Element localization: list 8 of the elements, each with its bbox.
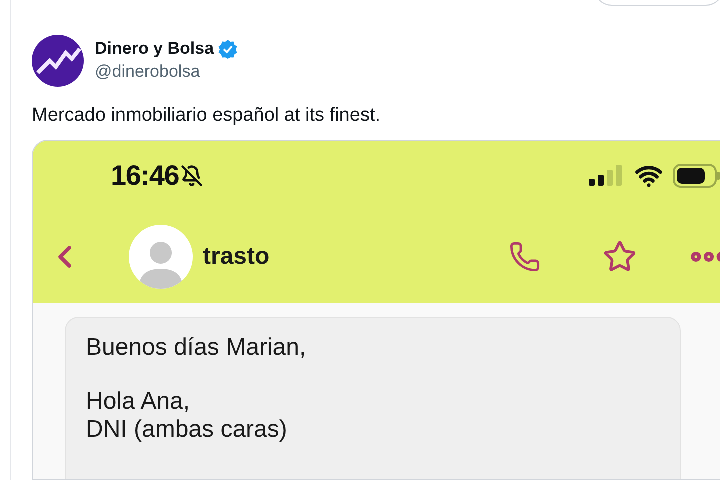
tweet-text: Mercado inmobiliario español at its finest. bbox=[32, 104, 382, 128]
contact-name: trasto bbox=[203, 242, 270, 272]
message-line: Hola Ana, bbox=[86, 388, 192, 416]
status-time: 16:46 bbox=[111, 159, 180, 193]
author-handle[interactable]: @dinerobolsa bbox=[95, 60, 238, 84]
message-line: DNI (ambas caras) bbox=[86, 416, 288, 444]
author-name[interactable]: Dinero y Bolsa bbox=[95, 38, 214, 60]
message-line: Buenos días Marian, bbox=[86, 334, 308, 362]
